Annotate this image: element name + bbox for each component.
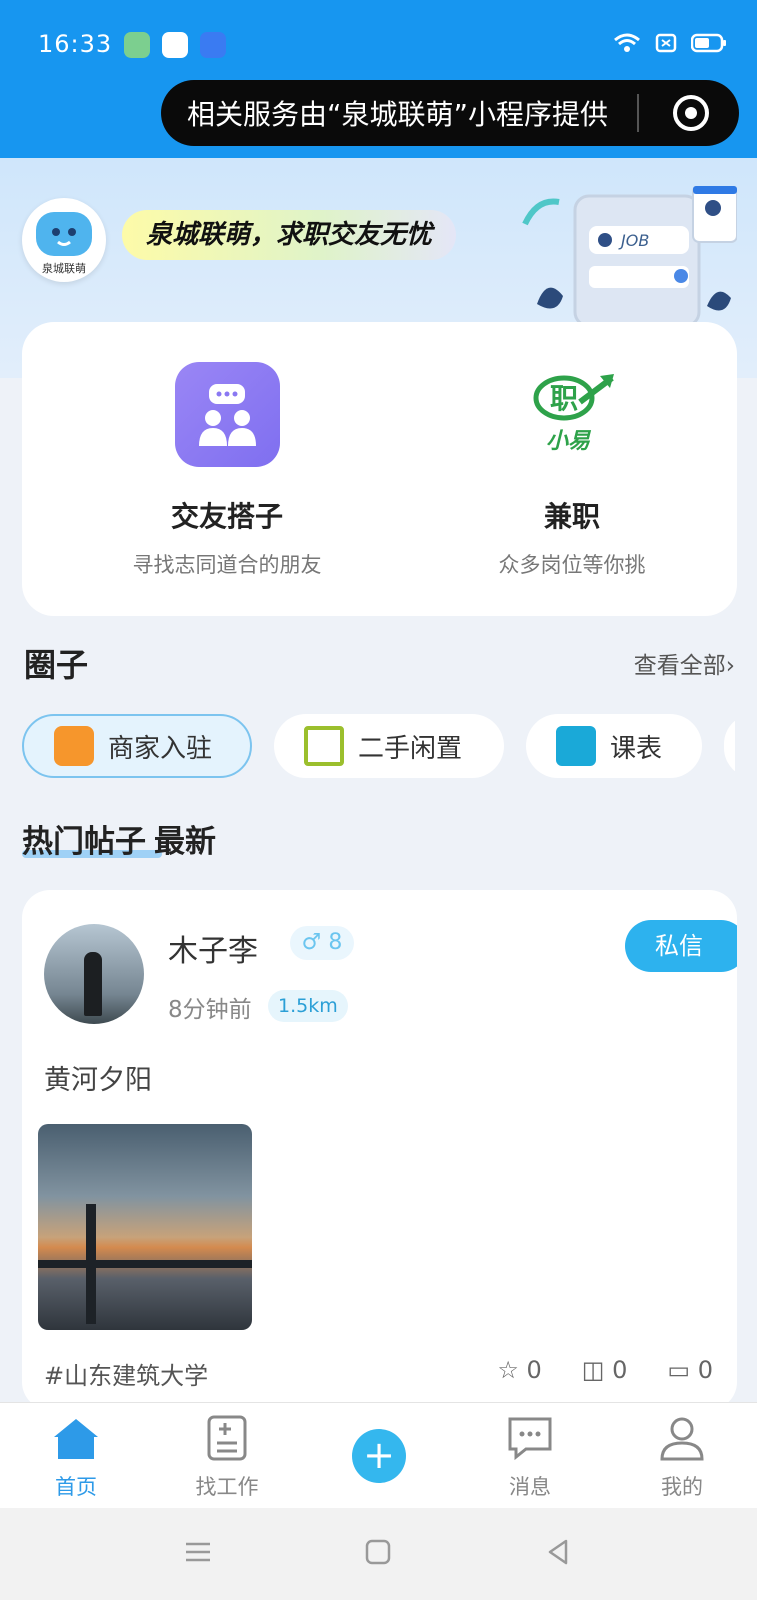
browser-notification-icon xyxy=(200,32,226,58)
friends-icon xyxy=(174,362,280,467)
logo-label: 泉城联萌 xyxy=(42,262,86,275)
post-image[interactable] xyxy=(38,1124,252,1330)
gift-count[interactable]: ◫ 0 xyxy=(582,1356,628,1384)
part-time-icon: 职 小易 xyxy=(520,362,625,467)
tab-messages-label: 消息 xyxy=(509,1475,551,1499)
menu-icon[interactable] xyxy=(182,1536,214,1568)
comment-icon: ▭ xyxy=(667,1356,691,1384)
message-icon xyxy=(508,1417,552,1461)
capsule-text: 相关服务由“泉城联萌”小程序提供 xyxy=(187,98,609,131)
app-logo: 泉城联萌 xyxy=(22,198,106,282)
add-post-button[interactable]: + xyxy=(352,1429,406,1483)
avatar[interactable] xyxy=(44,924,144,1024)
tab-find-job[interactable]: 找工作 xyxy=(177,1415,277,1501)
status-app-icons xyxy=(124,32,226,58)
see-all-link[interactable]: 查看全部› xyxy=(634,646,735,680)
home-icon xyxy=(54,1419,98,1459)
store-icon xyxy=(54,726,94,766)
job-illustration-icon: JOB xyxy=(522,186,737,326)
chip-merchant-label: 商家入驻 xyxy=(108,733,213,764)
tab-messages[interactable]: 消息 xyxy=(480,1415,580,1501)
part-time-icon-text: 职 xyxy=(550,382,578,415)
plus-icon: + xyxy=(363,1433,395,1477)
like-icon: ☆ xyxy=(497,1356,519,1384)
chip-schedule-label: 课表 xyxy=(610,733,663,764)
gender-badge: ♂ 8 xyxy=(290,926,354,960)
resume-icon xyxy=(207,1415,247,1461)
gift-icon: ◫ xyxy=(581,1356,605,1384)
home-square-icon[interactable] xyxy=(362,1536,394,1568)
circles-title: 圈子 xyxy=(24,646,89,684)
notepad-icon xyxy=(556,726,596,766)
back-triangle-icon[interactable] xyxy=(542,1536,574,1568)
slogan: 泉城联萌，求职交友无忧 xyxy=(122,210,457,260)
part-time-entry[interactable]: 职 小易 兼职 众多岗位等你挑 xyxy=(422,362,722,579)
wifi-icon xyxy=(614,33,640,52)
username: 木子李 xyxy=(168,934,258,969)
friends-entry[interactable]: 交友搭子 寻找志同道合的朋友 xyxy=(77,362,377,579)
part-time-icon-caption: 小易 xyxy=(546,429,592,454)
post-stats: ☆ 0 ◫ 0 ▭ 0 xyxy=(497,1356,713,1384)
post-time: 8分钟前 xyxy=(168,997,252,1023)
status-indicators xyxy=(613,32,727,54)
circle-chips: 商家入驻 二手闲置 课表 xyxy=(22,714,735,778)
bottom-tab-bar: 首页 找工作 + 消息 我的 xyxy=(0,1402,757,1508)
chip-schedule[interactable]: 课表 xyxy=(526,714,702,778)
chip-more[interactable] xyxy=(724,714,735,778)
private-message-button[interactable]: 私信 xyxy=(625,920,737,972)
friends-title: 交友搭子 xyxy=(170,500,283,533)
tab-home-label: 首页 xyxy=(55,1475,97,1499)
post-card[interactable]: 木子李 ♂ 8 8分钟前 1.5km 私信 黄河夕阳 #山东建筑大学 ☆ 0 ◫… xyxy=(22,890,737,1410)
miniprogram-close-icon[interactable] xyxy=(673,95,709,131)
comment-count[interactable]: ▭ 0 xyxy=(667,1356,713,1384)
miniprogram-capsule[interactable]: 相关服务由“泉城联萌”小程序提供 xyxy=(161,80,739,146)
capsule-divider xyxy=(637,94,639,132)
tab-home[interactable]: 首页 xyxy=(26,1415,126,1501)
post-tabs: 热门帖子 最新 xyxy=(22,816,216,861)
top-bar: 16:33 相关服务由“泉城联萌”小程序提供 xyxy=(0,0,757,158)
tab-latest[interactable]: 最新 xyxy=(154,816,216,861)
tab-profile[interactable]: 我的 xyxy=(632,1415,732,1501)
system-nav-bar xyxy=(0,1508,757,1600)
part-time-title: 兼职 xyxy=(543,500,600,533)
sim-icon xyxy=(655,33,677,53)
part-time-subtitle: 众多岗位等你挑 xyxy=(498,553,646,577)
tab-hot-posts[interactable]: 热门帖子 xyxy=(22,816,146,861)
battery-icon xyxy=(691,33,726,53)
feature-card: 交友搭子 寻找志同道合的朋友 职 小易 兼职 众多岗位等你挑 xyxy=(22,322,737,616)
tab-profile-label: 我的 xyxy=(661,1475,703,1499)
user-icon xyxy=(660,1417,704,1461)
post-tag[interactable]: #山东建筑大学 xyxy=(44,1356,208,1391)
status-time: 16:33 xyxy=(38,30,113,58)
post-text: 黄河夕阳 xyxy=(44,1065,152,1096)
cart-icon xyxy=(304,726,344,766)
mascot-icon xyxy=(36,212,92,256)
like-count[interactable]: ☆ 0 xyxy=(497,1356,541,1384)
chip-merchant[interactable]: 商家入驻 xyxy=(22,714,252,778)
chip-second-hand[interactable]: 二手闲置 xyxy=(274,714,504,778)
friends-subtitle: 寻找志同道合的朋友 xyxy=(132,553,322,577)
chip-second-hand-label: 二手闲置 xyxy=(358,733,463,764)
wallet-notification-icon xyxy=(162,32,188,58)
distance-badge: 1.5km xyxy=(268,990,348,1022)
tab-find-job-label: 找工作 xyxy=(195,1475,259,1499)
app-notification-icon xyxy=(124,32,150,58)
job-label: JOB xyxy=(618,231,649,250)
